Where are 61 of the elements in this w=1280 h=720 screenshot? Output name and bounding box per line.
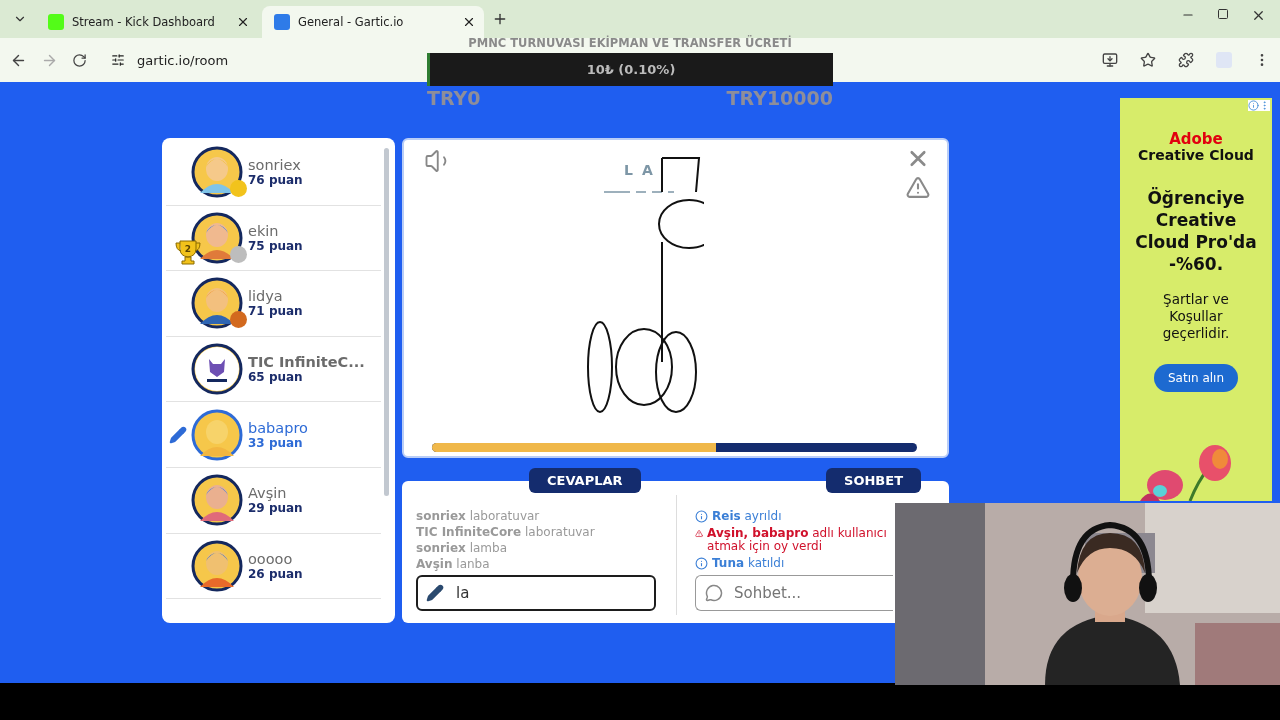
kick-favicon-icon (48, 14, 64, 30)
answers-tab[interactable]: CEVAPLAR (529, 468, 641, 493)
answer-field[interactable]: la (416, 575, 656, 611)
close-tab-icon[interactable] (462, 15, 476, 29)
player-score: 76 puan (248, 173, 303, 188)
overlay-title: PMNC TURNUVASI EKİPMAN VE TRANSFER ÜCRETİ (468, 36, 792, 52)
chat-field[interactable]: Sohbet... (695, 575, 893, 611)
chat-bubble-icon (705, 584, 723, 602)
player-score: 71 puan (248, 304, 303, 319)
chat-message: Reis ayrıldı (712, 509, 782, 524)
info-icon (695, 509, 708, 523)
browser-tab[interactable]: General - Gartic.io (262, 6, 484, 38)
avatar (190, 407, 244, 462)
player-name: sonriex (248, 157, 302, 174)
extensions-icon[interactable] (1178, 52, 1194, 68)
avatar (190, 276, 244, 331)
player-score: 33 puan (248, 435, 303, 450)
player-name: ooooo (248, 550, 294, 567)
hint-letter: A (641, 162, 654, 178)
ad-info-icon[interactable] (1248, 100, 1259, 111)
ad-headline: Öğrenciye Creative Cloud Pro'da -%60. (1134, 187, 1258, 275)
address-field[interactable]: gartic.io/room (137, 52, 229, 68)
avatar (190, 538, 244, 593)
close-tab-icon[interactable] (236, 15, 250, 29)
install-app-icon[interactable] (1102, 52, 1118, 68)
hint-letter: L (624, 162, 634, 178)
info-icon (695, 557, 708, 571)
chat-tab[interactable]: SOHBET (826, 468, 921, 493)
player-name: ekin (248, 222, 280, 239)
gartic-favicon-icon (274, 14, 290, 30)
player-score: 75 puan (248, 238, 303, 253)
answer-entry: TIC InfiniteCore laboratuvar (416, 525, 596, 539)
owl-logo-avatar (190, 342, 244, 397)
browser-tab[interactable]: Stream - Kick Dashboard (36, 6, 258, 38)
restore-icon[interactable] (1217, 7, 1229, 20)
player-name: TIC InfiniteC... (248, 354, 365, 371)
avatar (190, 473, 244, 528)
buy-button[interactable]: Satın alın (1153, 364, 1239, 392)
player-name: lidya (248, 288, 284, 305)
reload-icon[interactable] (72, 52, 87, 68)
pencil-icon (426, 584, 444, 602)
answer-entry: sonriex lamba (416, 541, 509, 555)
player-score: 65 puan (248, 370, 304, 385)
chat-message: Tuna katıldı (712, 557, 785, 571)
ad-product: Creative Cloud (1138, 147, 1254, 163)
chat-message: Avşin, babapro adlı kullanıcı atmak için oy verdi (707, 526, 888, 555)
ad-brand: Adobe (1169, 132, 1223, 147)
site-settings-icon[interactable] (111, 53, 125, 67)
new-tab-icon[interactable] (492, 11, 508, 27)
goal-min-label: TRY0 (427, 87, 481, 111)
avatar (190, 145, 244, 200)
bookmark-star-icon[interactable] (1140, 52, 1156, 68)
player-name: babapro (248, 419, 308, 436)
answer-entry: sonriex laboratuvar (416, 509, 541, 523)
player-score: 29 puan (248, 501, 303, 516)
answer-entry: Avşin lanba (416, 557, 491, 571)
goal-max-label: TRY10000 (726, 87, 833, 111)
ad-terms: Şartlar ve Koşullar geçerlidir. (1161, 291, 1231, 342)
player-score: 26 puan (248, 566, 303, 581)
player-name: Avşin (248, 485, 288, 502)
donation-amount: 10₺ (0.10%) (586, 62, 676, 77)
